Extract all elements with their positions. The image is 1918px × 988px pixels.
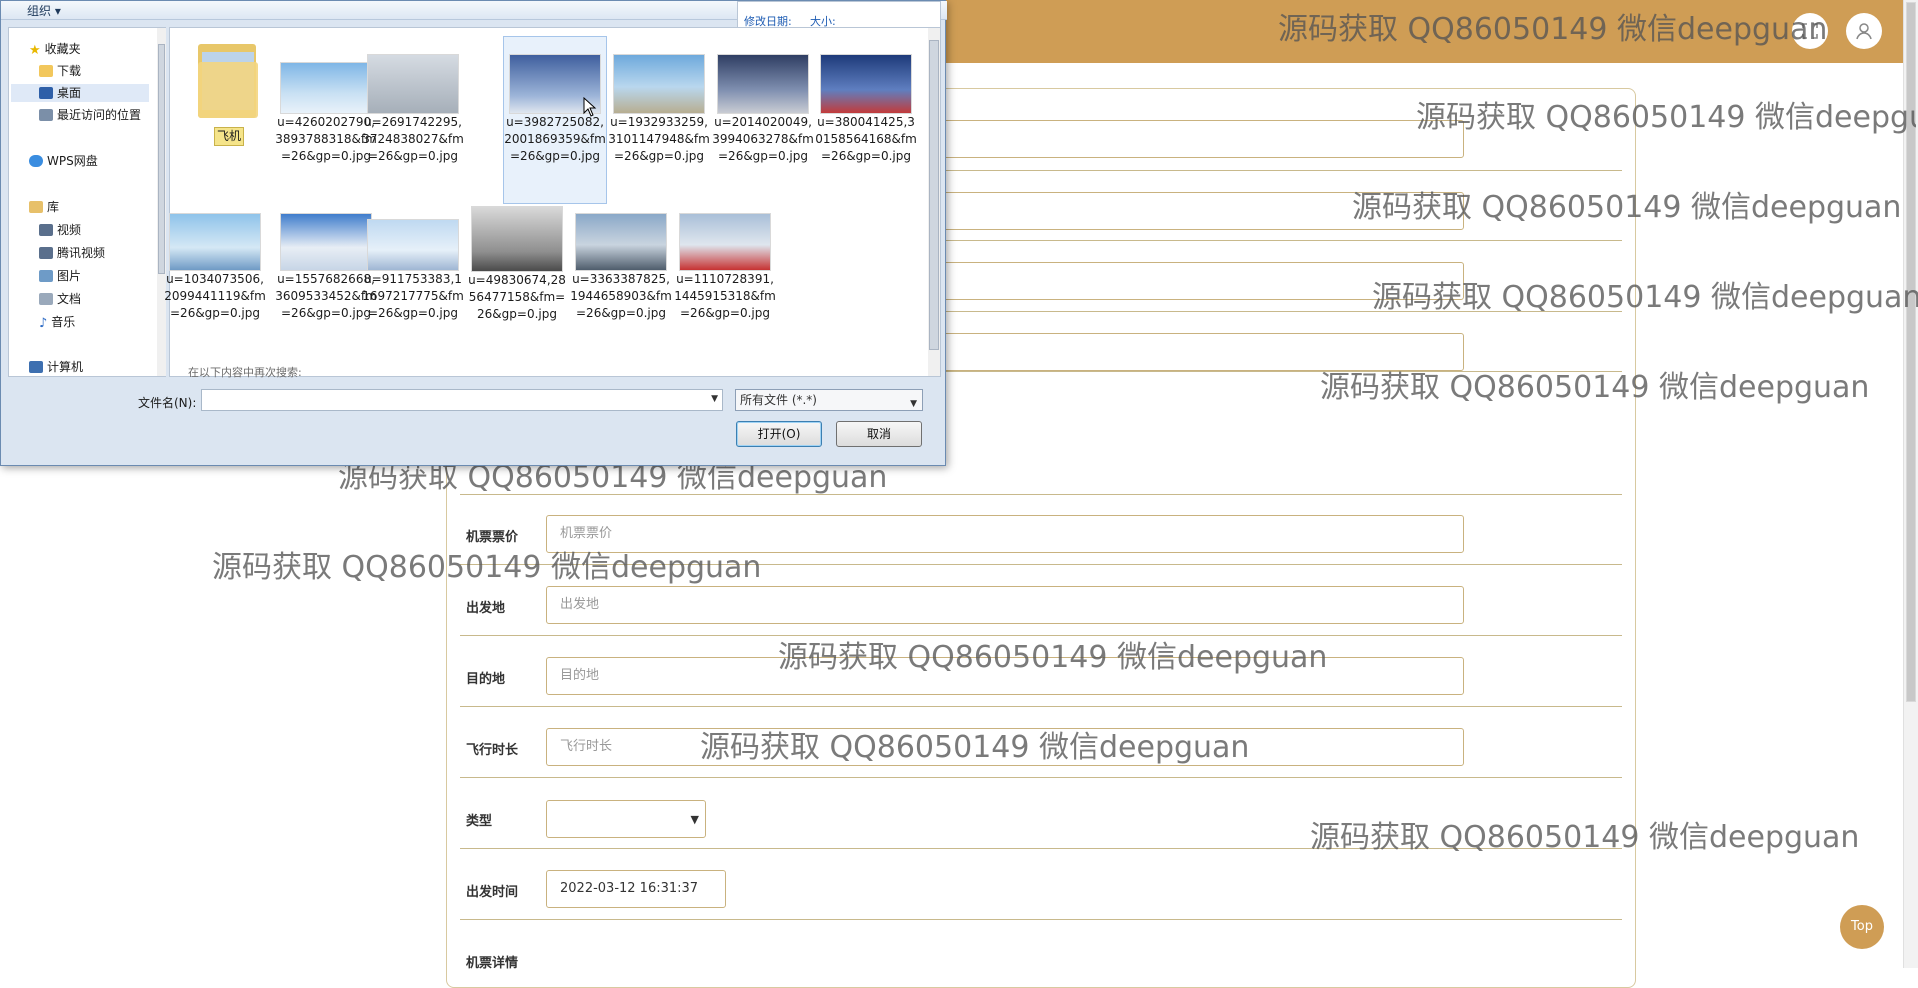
image-thumbnail xyxy=(820,54,912,114)
nav-downloads[interactable]: 下载 xyxy=(39,62,81,79)
image-thumbnail xyxy=(169,213,261,271)
nav-pictures[interactable]: 图片 xyxy=(39,267,81,284)
file-name: u=1110728391,1445915318&fm=26&gp=0.jpg xyxy=(674,272,776,320)
file-item[interactable]: u=49830674,2856477158&fm=26&gp=0.jpg xyxy=(466,206,568,323)
nav-music[interactable]: ♪ 音乐 xyxy=(39,313,75,331)
folder-icon xyxy=(198,44,258,118)
cancel-button[interactable]: 取消 xyxy=(836,421,922,447)
price-input[interactable]: 机票票价 xyxy=(546,515,1464,553)
nav-favorites[interactable]: ★ 收藏夹 xyxy=(29,40,81,58)
file-item[interactable]: u=380041425,30158564168&fm=26&gp=0.jpg xyxy=(815,54,917,165)
nav-tencent-video[interactable]: 腾讯视频 xyxy=(39,244,105,261)
file-list-scrollbar[interactable] xyxy=(928,28,940,376)
ticket-details-label: 机票详情 xyxy=(466,956,519,971)
destination-input[interactable]: 目的地 xyxy=(546,657,1464,695)
nav-desktop[interactable]: 桌面 xyxy=(39,84,81,101)
file-item[interactable]: u=911753383,11697217775&fm=26&gp=0.jpg xyxy=(362,213,464,322)
file-item[interactable]: u=1110728391,1445915318&fm=26&gp=0.jpg xyxy=(674,213,776,322)
cloud-icon xyxy=(29,154,43,167)
user-icon xyxy=(1856,23,1872,40)
file-open-dialog: 组织 ▾ 修改日期: 大小: ★ 收藏夹 下载 桌面 最近访问的位置 WPS网盘 … xyxy=(0,0,947,466)
computer-icon xyxy=(29,360,43,373)
image-thumbnail xyxy=(575,213,667,271)
nav-wps-drive[interactable]: WPS网盘 xyxy=(29,152,98,169)
video-icon xyxy=(39,246,53,259)
downloads-icon xyxy=(39,64,53,77)
file-name: u=49830674,2856477158&fm=26&gp=0.jpg xyxy=(468,273,566,321)
departure-time-input[interactable]: 2022-03-12 16:31:37 xyxy=(546,870,726,908)
image-thumbnail xyxy=(280,62,372,114)
library-icon xyxy=(29,200,43,213)
image-thumbnail xyxy=(367,219,459,271)
nav-library[interactable]: 库 xyxy=(29,198,59,215)
image-thumbnail xyxy=(471,206,563,272)
page-scrollbar[interactable] xyxy=(1903,0,1918,968)
video-icon xyxy=(39,223,53,236)
file-list-pane: 飞机 u=4260202790,3893788318&fm=26&gp=0.jp… xyxy=(164,27,941,379)
image-thumbnail xyxy=(280,213,372,271)
file-name: u=3982725082,2001869359&fm=26&gp=0.jpg xyxy=(504,115,606,163)
open-button[interactable]: 打开(O) xyxy=(736,421,822,447)
back-to-top-button[interactable]: Top xyxy=(1840,905,1884,949)
file-name: u=2014020049,3994063278&fm=26&gp=0.jpg xyxy=(712,115,814,163)
file-name: u=1932933259,3101147948&fm=26&gp=0.jpg xyxy=(608,115,710,163)
mouse-cursor-icon xyxy=(583,97,597,117)
fullscreen-button[interactable] xyxy=(1792,13,1828,49)
type-select[interactable]: ▼ xyxy=(546,800,706,838)
price-label: 机票票价 xyxy=(466,530,519,545)
folder-name: 飞机 xyxy=(213,127,244,146)
desktop-icon xyxy=(39,86,53,99)
file-name: u=3363387825,1944658903&fm=26&gp=0.jpg xyxy=(570,272,672,320)
file-name: u=380041425,30158564168&fm=26&gp=0.jpg xyxy=(815,115,917,163)
file-item[interactable]: u=2014020049,3994063278&fm=26&gp=0.jpg xyxy=(712,54,814,165)
image-thumbnail xyxy=(367,54,459,114)
pictures-icon xyxy=(39,269,53,282)
image-thumbnail xyxy=(613,54,705,114)
recent-places-icon xyxy=(39,108,53,121)
nav-computer[interactable]: 计算机 xyxy=(29,358,83,375)
origin-input[interactable]: 出发地 xyxy=(546,586,1464,624)
nav-recent[interactable]: 最近访问的位置 xyxy=(39,106,141,123)
navigation-pane: ★ 收藏夹 下载 桌面 最近访问的位置 WPS网盘 库 视频 腾讯视频 图片 文档… xyxy=(8,27,166,377)
nav-videos[interactable]: 视频 xyxy=(39,221,81,238)
file-type-select[interactable]: 所有文件 (*.*) ▼ xyxy=(735,389,923,411)
organize-menu[interactable]: 组织 ▾ xyxy=(27,2,61,19)
origin-label: 出发地 xyxy=(466,601,506,616)
nav-scrollbar[interactable] xyxy=(157,28,166,376)
file-item[interactable]: u=3363387825,1944658903&fm=26&gp=0.jpg xyxy=(570,213,672,322)
destination-label: 目的地 xyxy=(466,672,506,687)
image-thumbnail xyxy=(717,54,809,114)
star-icon: ★ xyxy=(29,42,41,58)
documents-icon xyxy=(39,292,53,305)
duration-label: 飞行时长 xyxy=(466,743,519,758)
folder-item[interactable]: 飞机 xyxy=(178,34,280,146)
type-label: 类型 xyxy=(466,814,493,829)
chevron-down-icon: ▼ xyxy=(910,399,917,409)
search-again-text: 在以下内容中再次搜索: xyxy=(188,366,302,379)
chevron-down-icon: ▼ xyxy=(690,813,699,826)
expand-icon xyxy=(1802,23,1818,39)
file-item[interactable]: u=1932933259,3101147948&fm=26&gp=0.jpg xyxy=(608,54,710,165)
image-thumbnail xyxy=(679,213,771,271)
file-item[interactable]: u=1034073506,2099441119&fm=26&gp=0.jpg xyxy=(164,213,266,322)
music-icon: ♪ xyxy=(39,315,48,331)
duration-input[interactable]: 飞行时长 xyxy=(546,728,1464,766)
file-item[interactable]: u=2691742295,3724838027&fm=26&gp=0.jpg xyxy=(362,54,464,165)
file-name: u=1034073506,2099441119&fm=26&gp=0.jpg xyxy=(164,272,266,320)
nav-documents[interactable]: 文档 xyxy=(39,290,81,307)
file-name: u=2691742295,3724838027&fm=26&gp=0.jpg xyxy=(362,115,464,163)
departure-time-label: 出发时间 xyxy=(466,885,519,900)
file-name: u=911753383,11697217775&fm=26&gp=0.jpg xyxy=(362,272,464,320)
filename-input[interactable]: ▼ xyxy=(201,389,723,411)
user-menu-button[interactable] xyxy=(1846,13,1882,49)
chevron-down-icon[interactable]: ▼ xyxy=(711,394,718,404)
filename-label: 文件名(N): xyxy=(138,396,197,410)
